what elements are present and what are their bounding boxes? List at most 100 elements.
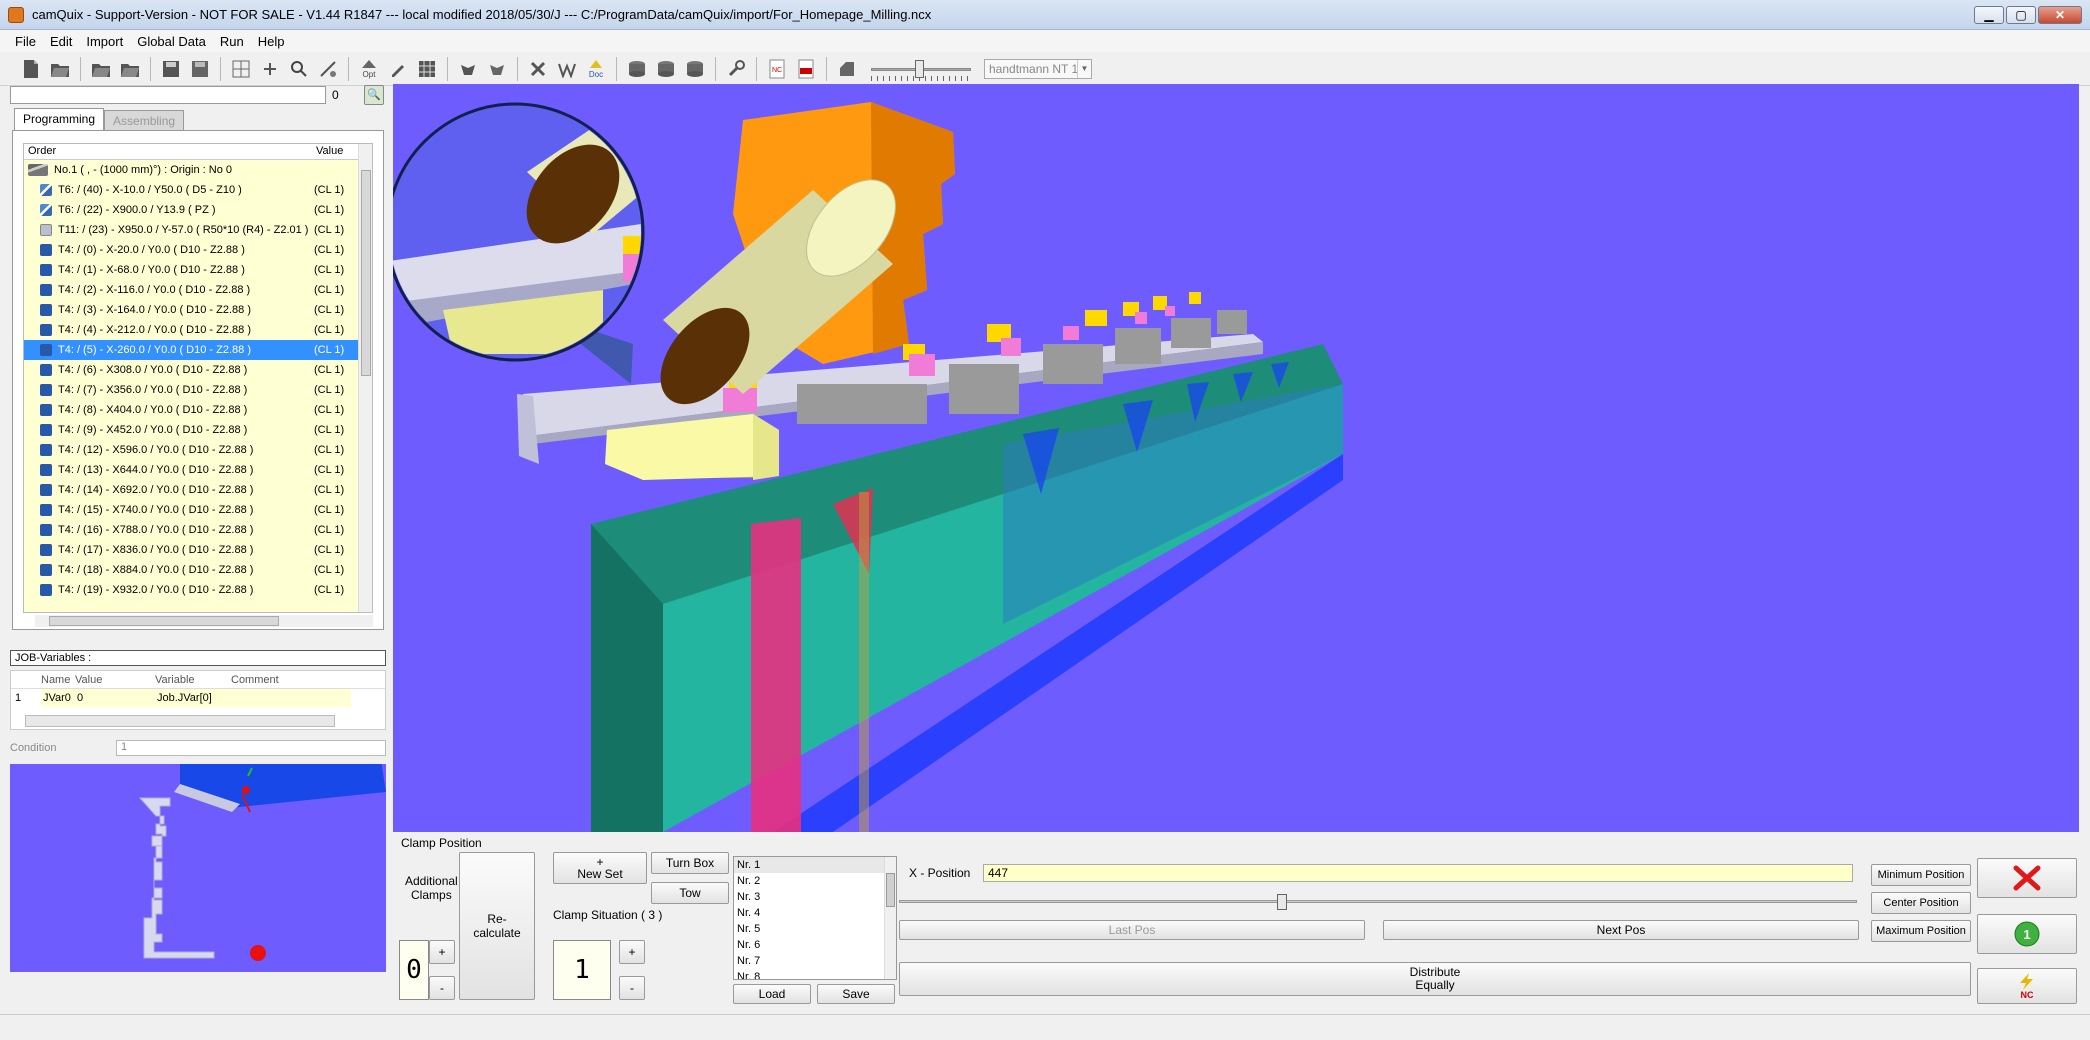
table-row[interactable]: T4: / (9) - X452.0 / Y0.0 ( D10 - Z2.88 … bbox=[24, 420, 372, 440]
tab-assembling[interactable]: Assembling bbox=[104, 110, 185, 130]
table-row[interactable]: T4: / (15) - X740.0 / Y0.0 ( D10 - Z2.88… bbox=[24, 500, 372, 520]
scrollbar-thumb[interactable] bbox=[361, 170, 371, 376]
recalculate-button[interactable]: Re- calculate bbox=[459, 852, 535, 1000]
condition-field[interactable]: 1 bbox=[116, 740, 386, 756]
3d-viewport[interactable] bbox=[393, 84, 2079, 832]
table-row[interactable]: T4: / (7) - X356.0 / Y0.0 ( D10 - Z2.88 … bbox=[24, 380, 372, 400]
table-row[interactable]: T4: / (8) - X404.0 / Y0.0 ( D10 - Z2.88 … bbox=[24, 400, 372, 420]
db2-icon[interactable] bbox=[653, 56, 679, 82]
maximize-button[interactable]: ▢ bbox=[2006, 6, 2036, 24]
x-position-field[interactable]: 447 bbox=[983, 864, 1853, 882]
jv-row-name[interactable]: JVar0 bbox=[43, 692, 71, 704]
component-icon[interactable] bbox=[834, 56, 860, 82]
new-file-icon[interactable] bbox=[18, 56, 44, 82]
table-row[interactable]: T4: / (14) - X692.0 / Y0.0 ( D10 - Z2.88… bbox=[24, 480, 372, 500]
menu-global-data[interactable]: Global Data bbox=[130, 34, 213, 49]
delete-icon[interactable] bbox=[525, 56, 551, 82]
table-row[interactable]: T4: / (19) - X932.0 / Y0.0 ( D10 - Z2.88… bbox=[24, 580, 372, 600]
table-row[interactable]: T4: / (16) - X788.0 / Y0.0 ( D10 - Z2.88… bbox=[24, 520, 372, 540]
value-column-header[interactable]: Value bbox=[316, 145, 343, 157]
jv-row-value[interactable]: 0 bbox=[77, 692, 83, 704]
zoom-slider[interactable] bbox=[871, 56, 971, 82]
x-position-slider[interactable] bbox=[899, 894, 1857, 910]
layout-icon[interactable] bbox=[228, 56, 254, 82]
table-row[interactable]: T4: / (6) - X308.0 / Y0.0 ( D10 - Z2.88 … bbox=[24, 360, 372, 380]
confirm-button[interactable]: 1 bbox=[1977, 914, 2077, 954]
measure-icon[interactable] bbox=[315, 56, 341, 82]
optimize-icon[interactable]: Opt bbox=[356, 56, 382, 82]
table-row[interactable]: T4: / (0) - X-20.0 / Y0.0 ( D10 - Z2.88 … bbox=[24, 240, 372, 260]
table-row[interactable]: No.1 ( , - (1000 mm)°) : Origin : No 0 bbox=[24, 160, 372, 180]
add-clamp-button[interactable]: + bbox=[429, 940, 455, 964]
grid-icon[interactable] bbox=[414, 56, 440, 82]
close-window-button[interactable]: ✕ bbox=[2038, 6, 2082, 24]
maximum-position-button[interactable]: Maximum Position bbox=[1871, 920, 1971, 942]
zoom-icon[interactable] bbox=[286, 56, 312, 82]
menu-run[interactable]: Run bbox=[213, 34, 251, 49]
list-item[interactable]: Nr. 5 bbox=[734, 921, 896, 937]
tow-button[interactable]: Tow bbox=[651, 882, 729, 904]
table-row[interactable]: T4: / (13) - X644.0 / Y0.0 ( D10 - Z2.88… bbox=[24, 460, 372, 480]
tab-programming[interactable]: Programming bbox=[14, 108, 105, 130]
save-icon[interactable] bbox=[158, 56, 184, 82]
table-row[interactable]: T4: / (2) - X-116.0 / Y0.0 ( D10 - Z2.88… bbox=[24, 280, 372, 300]
list-item[interactable]: Nr. 8 bbox=[734, 969, 896, 979]
table-row[interactable]: T4: / (4) - X-212.0 / Y0.0 ( D10 - Z2.88… bbox=[24, 320, 372, 340]
menu-help[interactable]: Help bbox=[251, 34, 292, 49]
remove-clamp-button[interactable]: - bbox=[429, 976, 455, 1000]
list-item[interactable]: Nr. 7 bbox=[734, 953, 896, 969]
zoom-slider-thumb[interactable] bbox=[915, 59, 924, 78]
tool-add-icon[interactable] bbox=[257, 56, 283, 82]
wave-icon[interactable] bbox=[554, 56, 580, 82]
wing-right-icon[interactable] bbox=[484, 56, 510, 82]
jv-row-variable[interactable]: Job.JVar[0] bbox=[157, 692, 212, 704]
profile-preview[interactable] bbox=[10, 764, 386, 972]
menu-file[interactable]: File bbox=[8, 34, 43, 49]
save-as-icon[interactable] bbox=[187, 56, 213, 82]
chevron-down-icon[interactable]: ▼ bbox=[1077, 59, 1091, 78]
menu-edit[interactable]: Edit bbox=[43, 34, 79, 49]
nc-file-icon[interactable]: NC bbox=[764, 56, 790, 82]
search-input[interactable] bbox=[10, 86, 326, 104]
list-item[interactable]: Nr. 3 bbox=[734, 889, 896, 905]
list-item[interactable]: Nr. 6 bbox=[734, 937, 896, 953]
table-row[interactable]: T6: / (22) - X900.0 / Y13.9 ( PZ ) (CL 1) bbox=[24, 200, 372, 220]
table-row[interactable]: T4: / (1) - X-68.0 / Y0.0 ( D10 - Z2.88 … bbox=[24, 260, 372, 280]
situation-increment-button[interactable]: + bbox=[619, 940, 645, 964]
situation-decrement-button[interactable]: - bbox=[619, 976, 645, 1000]
order-vertical-scrollbar[interactable] bbox=[358, 144, 372, 612]
minimum-position-button[interactable]: Minimum Position bbox=[1871, 864, 1971, 886]
slider-thumb[interactable] bbox=[1277, 894, 1287, 910]
new-set-button[interactable]: + New Set bbox=[553, 852, 647, 884]
cancel-button[interactable] bbox=[1977, 858, 2077, 898]
list-scrollbar[interactable] bbox=[884, 857, 896, 979]
table-row[interactable]: 1 JVar0 0 Job.JVar[0] bbox=[11, 689, 385, 707]
last-pos-button[interactable]: Last Pos bbox=[899, 920, 1365, 940]
open-folder-3-icon[interactable] bbox=[117, 56, 143, 82]
doc-icon[interactable]: Doc bbox=[583, 56, 609, 82]
machine-select[interactable]: handtmann NT 1 ▼ bbox=[984, 58, 1092, 79]
open-folder-2-icon[interactable] bbox=[88, 56, 114, 82]
order-column-header[interactable]: Order bbox=[28, 145, 56, 157]
table-row[interactable]: T6: / (40) - X-10.0 / Y50.0 ( D5 - Z10 )… bbox=[24, 180, 372, 200]
wing-left-icon[interactable] bbox=[455, 56, 481, 82]
scrollbar-thumb[interactable] bbox=[886, 873, 895, 907]
minimize-button[interactable]: ▁ bbox=[1974, 6, 2004, 24]
wrench-icon[interactable] bbox=[723, 56, 749, 82]
center-position-button[interactable]: Center Position bbox=[1871, 892, 1971, 914]
save-set-button[interactable]: Save bbox=[817, 984, 895, 1004]
db3-icon[interactable] bbox=[682, 56, 708, 82]
open-folder-icon[interactable] bbox=[47, 56, 73, 82]
menu-import[interactable]: Import bbox=[79, 34, 130, 49]
list-item[interactable]: Nr. 4 bbox=[734, 905, 896, 921]
table-row[interactable]: T4: / (3) - X-164.0 / Y0.0 ( D10 - Z2.88… bbox=[24, 300, 372, 320]
pdf-icon[interactable] bbox=[793, 56, 819, 82]
table-row[interactable]: T11: / (23) - X950.0 / Y-57.0 ( R50*10 (… bbox=[24, 220, 372, 240]
load-button[interactable]: Load bbox=[733, 984, 811, 1004]
distribute-equally-button[interactable]: Distribute Equally bbox=[899, 962, 1971, 996]
table-row[interactable]: T4: / (12) - X596.0 / Y0.0 ( D10 - Z2.88… bbox=[24, 440, 372, 460]
scrollbar-thumb[interactable] bbox=[49, 616, 279, 626]
table-row[interactable]: T4: / (17) - X836.0 / Y0.0 ( D10 - Z2.88… bbox=[24, 540, 372, 560]
db1-icon[interactable] bbox=[624, 56, 650, 82]
order-horizontal-scrollbar[interactable] bbox=[35, 615, 373, 627]
